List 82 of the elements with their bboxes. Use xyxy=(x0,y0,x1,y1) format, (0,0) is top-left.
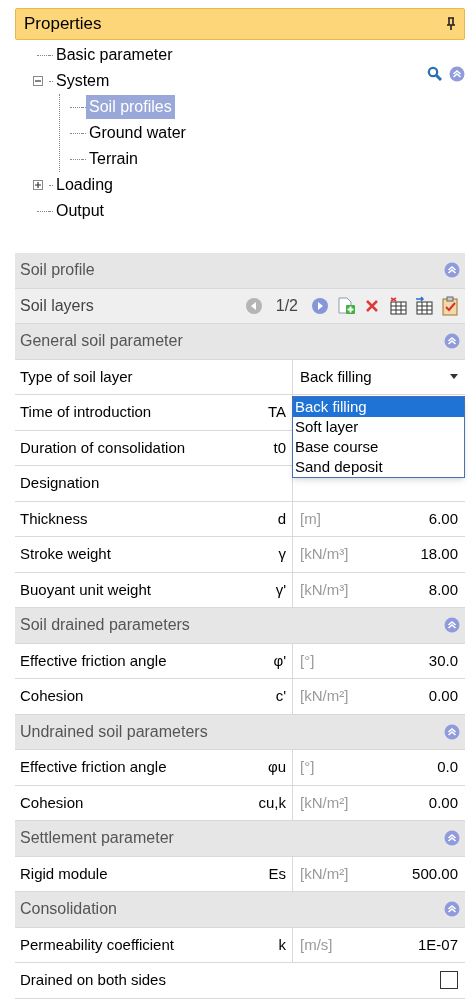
property-label: Thickness xyxy=(20,508,88,529)
collapse-icon[interactable] xyxy=(444,333,460,350)
tree-item[interactable]: Basic parameter xyxy=(53,43,176,67)
property-value[interactable]: 0.0 xyxy=(437,756,458,779)
property-value[interactable]: 8.00 xyxy=(428,578,458,601)
property-label: Time of introduction xyxy=(20,402,152,422)
unit: [kN/m²] xyxy=(300,686,349,706)
symbol: φu xyxy=(267,757,286,777)
unit: [kN/m³] xyxy=(300,544,349,564)
unit: [kN/m²] xyxy=(300,863,349,884)
tree-item[interactable]: System xyxy=(53,69,113,93)
expand-icon[interactable] xyxy=(33,180,43,190)
property-label: Designation xyxy=(20,473,100,493)
collapse-icon[interactable] xyxy=(444,901,460,918)
section-title: Soil profile xyxy=(20,260,95,281)
property-label: Stroke weight xyxy=(20,544,111,564)
property-label: Drained on both sides xyxy=(19,970,167,990)
tree-item[interactable]: Ground water xyxy=(86,121,189,145)
section-title: General soil parameter xyxy=(20,331,183,352)
dropdown-option[interactable]: Soft layer xyxy=(293,416,464,437)
property-value[interactable]: 0.00 xyxy=(428,685,458,708)
dropdown-option[interactable]: Back filling xyxy=(293,396,464,417)
unit: [kN/m²] xyxy=(300,792,349,813)
table-icon[interactable] xyxy=(388,295,408,316)
symbol: γ' xyxy=(275,579,286,600)
next-icon[interactable] xyxy=(310,295,330,316)
tree-item[interactable]: Output xyxy=(53,199,108,223)
section-title: Undrained soil parameters xyxy=(20,721,208,742)
collapse-icon[interactable] xyxy=(444,262,460,279)
caret-icon xyxy=(450,374,458,380)
property-value[interactable]: 500.00 xyxy=(412,862,458,885)
property-value[interactable]: 30.0 xyxy=(428,649,458,672)
table-icon[interactable] xyxy=(414,295,434,316)
collapse-icon[interactable] xyxy=(444,830,460,847)
unit: [°] xyxy=(300,757,315,777)
property-label: Permeability coefficient xyxy=(20,934,174,955)
dropdown-option[interactable]: Base course xyxy=(293,436,464,457)
unit: [m] xyxy=(300,508,321,529)
collapse-icon[interactable] xyxy=(444,723,460,740)
property-label: Effective friction angle xyxy=(20,757,167,777)
property-value[interactable]: 6.00 xyxy=(428,507,458,530)
dropdown[interactable]: Back filling xyxy=(292,359,465,394)
search-icon[interactable] xyxy=(427,66,443,82)
symbol: c' xyxy=(275,686,286,706)
tree-item[interactable]: Terrain xyxy=(86,147,141,171)
collapse-icon[interactable] xyxy=(33,76,43,86)
unit: [kN/m³] xyxy=(300,579,349,600)
property-label: Buoyant unit weight xyxy=(20,579,151,600)
panel-title: Properties xyxy=(24,13,102,36)
symbol: k xyxy=(278,934,286,955)
property-label: Duration of consolidation xyxy=(20,437,186,458)
symbol: Es xyxy=(268,863,286,884)
dropdown-option[interactable]: Sand deposit xyxy=(293,456,464,477)
unit: [°] xyxy=(300,650,315,671)
property-label: Cohesion xyxy=(20,686,84,706)
previous-icon[interactable] xyxy=(243,295,264,316)
section-title: Settlement parameter xyxy=(20,828,174,849)
pin-icon[interactable] xyxy=(446,17,456,31)
unit: [m/s] xyxy=(300,934,333,955)
checkbox[interactable] xyxy=(440,971,458,990)
symbol: γ xyxy=(278,544,286,564)
section-title: Soil drained parameters xyxy=(20,615,190,636)
property-label: Effective friction angle xyxy=(20,650,167,671)
toolbar-label: Soil layers xyxy=(20,295,94,316)
property-value[interactable]: 0.00 xyxy=(428,791,458,814)
clipboard-icon[interactable] xyxy=(440,295,460,316)
symbol: cu,k xyxy=(258,792,286,813)
symbol: d xyxy=(277,508,286,529)
symbol: t0 xyxy=(273,437,286,458)
collapse-all-icon[interactable] xyxy=(449,66,465,82)
property-value[interactable]: 1E-07 xyxy=(417,933,458,956)
symbol: φ' xyxy=(273,650,286,671)
page-counter: 1/2 xyxy=(275,295,298,316)
add-document-icon[interactable] xyxy=(336,295,356,316)
property-label: Rigid module xyxy=(20,863,108,884)
section-title: Consolidation xyxy=(20,899,117,920)
tree-item[interactable]: Loading xyxy=(53,173,116,197)
property-value[interactable]: 18.00 xyxy=(420,543,458,566)
symbol: TA xyxy=(267,402,286,422)
collapse-icon[interactable] xyxy=(444,617,460,634)
property-label: Type of soil layer xyxy=(19,366,134,387)
property-label: Cohesion xyxy=(20,792,84,813)
